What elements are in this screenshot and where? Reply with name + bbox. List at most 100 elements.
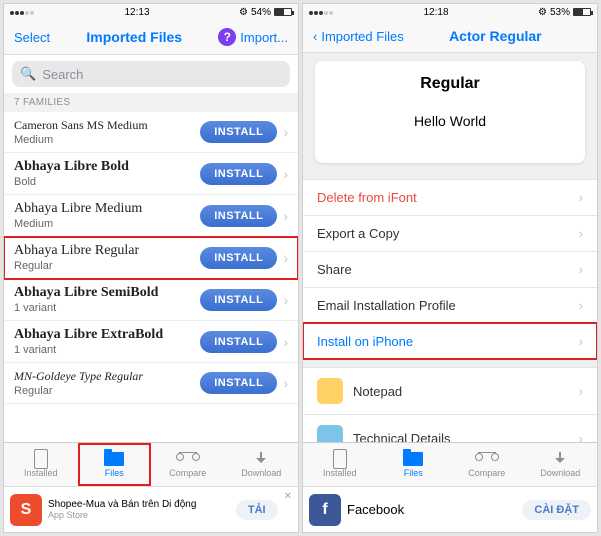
install-button[interactable]: INSTALL — [200, 331, 277, 353]
battery-icon — [573, 8, 591, 16]
tab-label: Download — [540, 468, 580, 478]
tab-installed[interactable]: Installed — [303, 443, 377, 486]
status-right: ⚙ 53% — [538, 7, 591, 18]
nav-select[interactable]: Select — [14, 30, 50, 45]
tab-label: Installed — [323, 468, 357, 478]
tab-compare[interactable]: Compare — [151, 443, 225, 486]
nav-title: Imported Files — [86, 29, 182, 45]
install-button[interactable]: INSTALL — [200, 372, 277, 394]
tab-bar: Installed Files Compare Download — [303, 442, 597, 486]
menu-item[interactable]: Email Installation Profile › — [303, 287, 597, 323]
nav-import[interactable]: ?Import... — [218, 28, 288, 46]
font-row[interactable]: Cameron Sans MS MediumMediumINSTALL › — [4, 112, 298, 153]
tab-download[interactable]: Download — [524, 443, 598, 486]
install-button[interactable]: INSTALL — [200, 247, 277, 269]
battery-icon — [274, 8, 292, 16]
detail-item[interactable]: Notepad › — [303, 367, 597, 414]
menu-label: Email Installation Profile — [317, 298, 456, 313]
install-button[interactable]: INSTALL — [200, 163, 277, 185]
scale-icon — [178, 451, 198, 467]
font-weight: Medium — [14, 134, 200, 146]
tab-compare[interactable]: Compare — [450, 443, 524, 486]
tab-label: Compare — [169, 468, 206, 478]
tab-files[interactable]: Files — [377, 443, 451, 486]
search-field[interactable]: 🔍 Search — [12, 61, 290, 87]
tab-download[interactable]: Download — [225, 443, 299, 486]
chevron-right-icon: › — [579, 190, 583, 205]
menu-item[interactable]: Delete from iFont › — [303, 179, 597, 215]
font-row[interactable]: Abhaya Libre ExtraBold1 variantINSTALL› — [4, 321, 298, 363]
preview-title: Regular — [329, 75, 571, 93]
ad-meta: Facebook — [347, 502, 516, 517]
font-weight: Medium — [14, 218, 200, 230]
chevron-right-icon: › — [579, 334, 583, 349]
status-bar: 12:18 ⚙ 53% — [303, 4, 597, 20]
menu-item[interactable]: Export a Copy› — [303, 215, 597, 251]
tab-label: Files — [404, 468, 423, 478]
menu-item[interactable]: Share› — [303, 251, 597, 287]
ad-button[interactable]: TẢI — [236, 500, 278, 520]
phone-icon — [31, 451, 51, 467]
folder-icon — [403, 451, 423, 467]
font-name: Cameron Sans MS Medium — [14, 118, 200, 133]
ad-button[interactable]: CÀI ĐẶT — [522, 500, 591, 520]
menu-label: Delete from iFont — [317, 190, 417, 205]
font-row[interactable]: Abhaya Libre SemiBold1 variantINSTALL› — [4, 279, 298, 321]
search-icon: 🔍 — [20, 66, 36, 82]
font-list: Cameron Sans MS MediumMediumINSTALL›Abha… — [4, 112, 298, 404]
down-icon — [251, 451, 271, 467]
ad-close-icon[interactable]: ✕ — [284, 491, 292, 502]
signal-icon — [10, 7, 35, 18]
phone-right: 12:18 ⚙ 53% ‹ Imported Files Actor Regul… — [302, 3, 598, 533]
preview-card: Regular Hello World — [315, 61, 585, 163]
menu-item[interactable]: Install on iPhone › — [303, 323, 597, 359]
chevron-right-icon: › — [579, 384, 583, 399]
install-button[interactable]: INSTALL — [200, 289, 277, 311]
tab-label: Compare — [468, 468, 505, 478]
phone-icon — [330, 451, 350, 467]
status-time: 12:13 — [124, 7, 149, 18]
font-name: Abhaya Libre ExtraBold — [14, 327, 200, 343]
down-icon — [550, 451, 570, 467]
detail-label: Notepad — [353, 384, 402, 399]
preview-sample: Hello World — [329, 113, 571, 129]
menu-label: Install on iPhone — [317, 334, 413, 349]
install-button[interactable]: INSTALL — [200, 121, 277, 143]
tab-label: Download — [241, 468, 281, 478]
font-row[interactable]: MN-Goldeye Type RegularRegularINSTALL› — [4, 363, 298, 404]
ad-banner[interactable]: S Shopee-Mua và Bán trên Di động App Sto… — [4, 486, 298, 532]
ad-icon: f — [309, 494, 341, 526]
scale-icon — [477, 451, 497, 467]
phone-left: 12:13 ⚙ 54% Select Imported Files ?Impor… — [3, 3, 299, 533]
navbar: ‹ Imported Files Actor Regular — [303, 20, 597, 53]
status-bar: 12:13 ⚙ 54% — [4, 4, 298, 20]
app-icon — [317, 378, 343, 404]
ad-icon: S — [10, 494, 42, 526]
font-weight: 1 variant — [14, 344, 200, 356]
chevron-right-icon: › — [283, 124, 288, 140]
status-time: 12:18 — [423, 7, 448, 18]
install-button[interactable]: INSTALL — [200, 205, 277, 227]
font-row[interactable]: Abhaya Libre BoldBoldINSTALL› — [4, 153, 298, 195]
font-weight: 1 variant — [14, 302, 200, 314]
font-name: Abhaya Libre Medium — [14, 201, 200, 217]
tab-files[interactable]: Files — [78, 443, 152, 486]
signal-icon — [309, 7, 334, 18]
chevron-right-icon: › — [283, 375, 288, 391]
tab-label: Files — [105, 468, 124, 478]
folder-icon — [104, 451, 124, 467]
font-weight: Bold — [14, 176, 200, 188]
font-weight: Regular — [14, 385, 200, 397]
chevron-right-icon: › — [283, 250, 288, 266]
font-row[interactable]: Abhaya Libre MediumMediumINSTALL› — [4, 195, 298, 237]
tab-installed[interactable]: Installed — [4, 443, 78, 486]
font-name: Abhaya Libre Regular — [14, 243, 200, 259]
chevron-right-icon: › — [579, 298, 583, 313]
ad-banner[interactable]: f Facebook CÀI ĐẶT — [303, 486, 597, 532]
navbar: Select Imported Files ?Import... — [4, 20, 298, 55]
nav-title: Actor Regular — [449, 28, 542, 44]
menu-label: Share — [317, 262, 352, 277]
help-icon[interactable]: ? — [218, 28, 236, 46]
font-row[interactable]: Abhaya Libre RegularRegularINSTALL› — [4, 237, 298, 279]
nav-back[interactable]: ‹ Imported Files — [313, 29, 404, 44]
